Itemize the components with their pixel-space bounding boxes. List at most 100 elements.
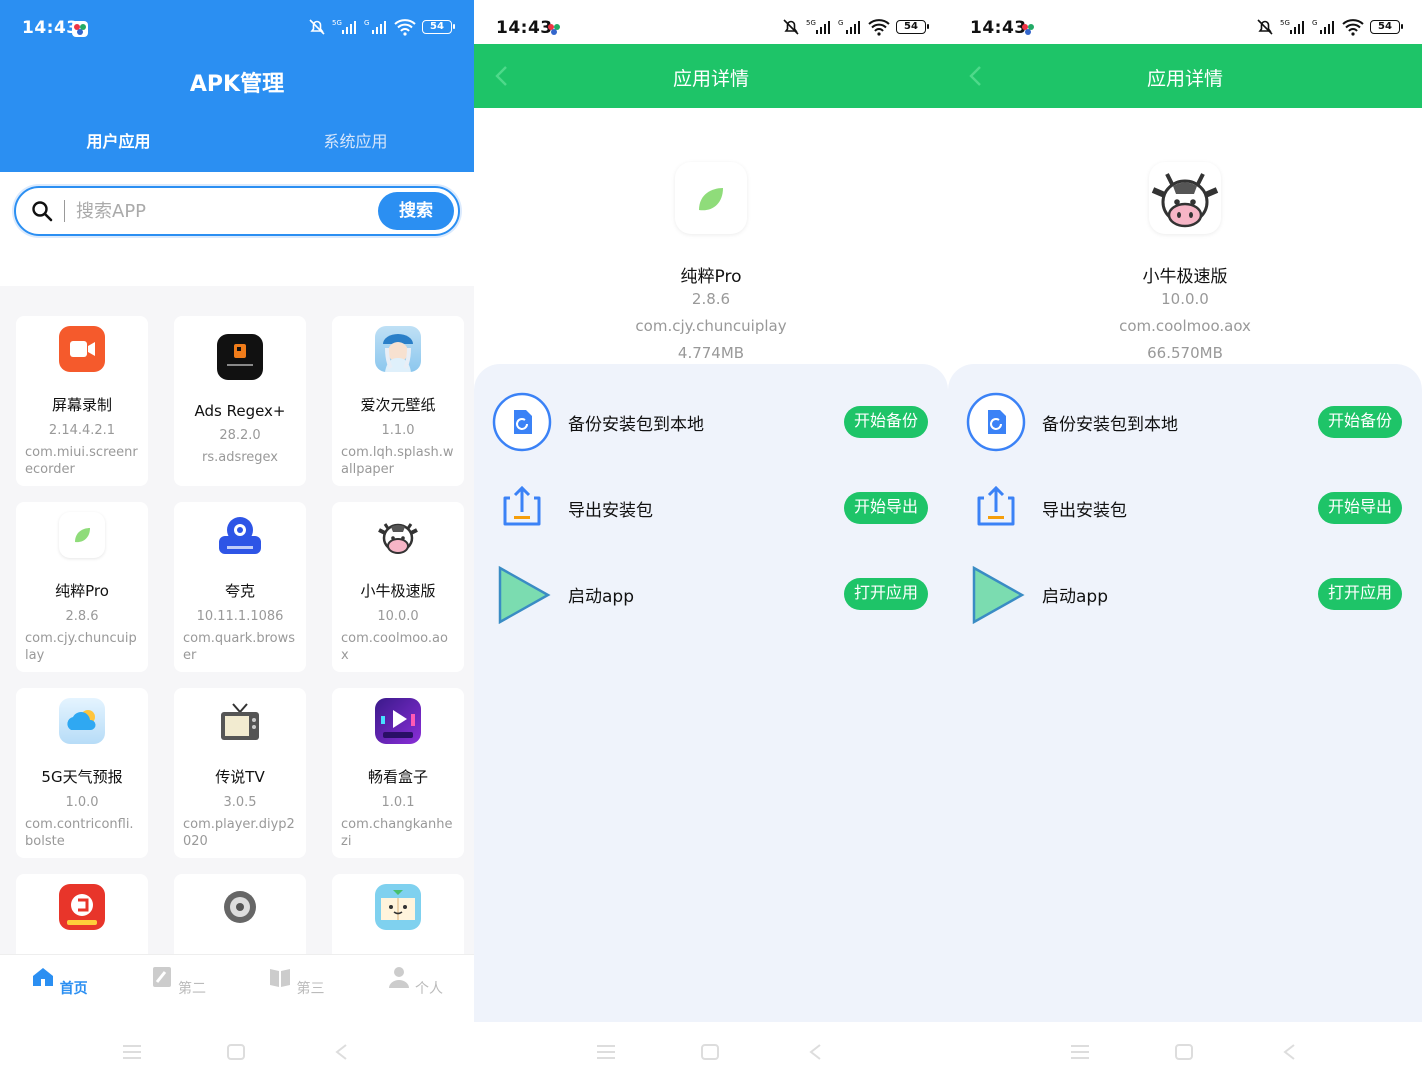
app-card[interactable]: 小牛极速版 10.0.0 com.coolmoo.aox <box>332 502 464 672</box>
app-version: 2.8.6 <box>691 290 731 308</box>
page-title: APK管理 <box>189 72 285 97</box>
svg-text:5G: 5G <box>806 19 816 27</box>
export-label: 导出安装包 <box>568 501 653 521</box>
detail-header: 应用详情 <box>948 44 1422 108</box>
app-card[interactable] <box>332 874 464 954</box>
home-icon <box>32 968 53 986</box>
nav-profile[interactable]: 个人 <box>356 955 475 1022</box>
home-square-icon[interactable] <box>1175 1044 1193 1060</box>
svg-text:G: G <box>1312 19 1317 27</box>
app-version: 28.2.0 <box>219 428 261 443</box>
app-name: 爱次元壁纸 <box>360 396 436 414</box>
svg-text:5G: 5G <box>1280 19 1290 27</box>
app-size: 4.774MB <box>677 344 745 362</box>
menu-icon[interactable] <box>122 1044 142 1060</box>
app-card[interactable]: 爱次元壁纸 1.1.0 com.lqh.splash.wallpaper <box>332 316 464 486</box>
open-app-button[interactable]: 打开应用 <box>1317 578 1402 610</box>
mute-bell-icon <box>1257 19 1273 35</box>
app-name: Ads Regex+ <box>194 402 286 420</box>
menu-icon[interactable] <box>1070 1044 1090 1060</box>
start-backup-button[interactable]: 开始备份 <box>843 406 928 438</box>
tab-system-apps[interactable]: 系统应用 <box>237 128 474 152</box>
notification-app-icon <box>1020 21 1036 37</box>
solar-terms-icon <box>59 884 105 930</box>
search-icon <box>32 201 53 222</box>
app-grid-area: 屏幕录制 2.14.4.2.1 com.miui.screenrecorder … <box>0 286 474 954</box>
notification-app-icon <box>546 21 562 37</box>
screen-record-icon <box>59 326 105 372</box>
app-version: 2.8.6 <box>65 609 99 624</box>
app-name: 纯粹Pro <box>55 582 109 600</box>
app-package: rs.adsregex <box>201 450 278 465</box>
app-card[interactable]: 纯粹Pro 2.8.6 com.cjy.chuncuiplay <box>16 502 148 672</box>
apk-manager-screen: 14:43 5G G 54 APK管理 用户应用 系统应用 搜索APP 搜索 屏… <box>0 0 474 1080</box>
app-version: 10.11.1.1086 <box>196 609 284 624</box>
nav-third[interactable]: 第三 <box>237 955 356 1022</box>
start-backup-button[interactable]: 开始备份 <box>1317 406 1402 438</box>
nav-home[interactable]: 首页 <box>0 955 119 1022</box>
play-triangle-icon <box>498 565 551 624</box>
app-package: com.miui.screenrecorder <box>25 445 138 477</box>
leaf-icon <box>59 512 105 558</box>
battery-icon: 54 <box>1370 20 1403 34</box>
ads-regex-icon <box>217 334 263 380</box>
app-name: 5G天气预报 <box>41 768 123 786</box>
app-card[interactable]: 畅看盒子 1.0.1 com.changkanhezi <box>332 688 464 858</box>
play-triangle-icon <box>972 565 1025 624</box>
app-version: 2.14.4.2.1 <box>48 423 116 438</box>
detail-header: 应用详情 <box>474 44 948 108</box>
back-icon[interactable] <box>808 1044 822 1060</box>
backup-row: 备份安装包到本地 开始备份 <box>474 386 948 456</box>
app-name: 纯粹Pro <box>680 267 742 287</box>
home-square-icon[interactable] <box>701 1044 719 1060</box>
app-card[interactable]: Ads Regex+ 28.2.0 rs.adsregex <box>174 316 306 486</box>
search-button[interactable]: 搜索 <box>378 192 454 230</box>
back-icon[interactable] <box>1282 1044 1296 1060</box>
nav-home-label: 首页 <box>59 981 88 997</box>
start-export-button[interactable]: 开始导出 <box>843 492 928 524</box>
search-input[interactable] <box>76 196 366 226</box>
launch-row: 启动app 打开应用 <box>474 558 948 628</box>
app-card[interactable] <box>174 874 306 954</box>
start-export-button[interactable]: 开始导出 <box>1317 492 1402 524</box>
nav-profile-label: 个人 <box>414 981 443 997</box>
backup-file-icon <box>492 392 552 452</box>
gear-badge-icon <box>217 884 263 930</box>
tv-icon <box>217 698 263 744</box>
app-info: 小牛极速版 10.0.0 com.coolmoo.aox 66.570MB <box>948 108 1422 368</box>
signal-g-icon: G <box>364 19 386 34</box>
home-square-icon[interactable] <box>227 1044 245 1060</box>
svg-text:G: G <box>364 19 369 27</box>
nav-second[interactable]: 第二 <box>119 955 238 1022</box>
signal-5g-icon: 5G <box>806 19 830 34</box>
cow-icon <box>1149 162 1221 234</box>
app-card[interactable]: 传说TV 3.0.5 com.player.diyp2020 <box>174 688 306 858</box>
open-app-button[interactable]: 打开应用 <box>843 578 928 610</box>
quark-icon <box>217 512 263 558</box>
weather-cloud-icon <box>59 698 105 744</box>
app-package: com.cjy.chuncuiplay <box>25 631 137 663</box>
app-card[interactable]: 夸克 10.11.1.1086 com.quark.browser <box>174 502 306 672</box>
app-card[interactable]: 5G天气预报 1.0.0 com.contriconfli.bolste <box>16 688 148 858</box>
app-package: com.cjy.chuncuiplay <box>635 317 787 335</box>
backup-row: 备份安装包到本地 开始备份 <box>948 386 1422 456</box>
backup-label: 备份安装包到本地 <box>1042 415 1178 435</box>
launch-label: 启动app <box>1042 587 1108 607</box>
app-size: 66.570MB <box>1147 344 1223 362</box>
export-icon <box>977 485 1015 526</box>
launch-label: 启动app <box>568 587 634 607</box>
notification-app-icon <box>72 21 88 37</box>
action-panel: 备份安装包到本地 开始备份 导出安装包 开始导出 启动app 打开应用 <box>474 364 948 1022</box>
app-card[interactable] <box>16 874 148 954</box>
back-icon[interactable] <box>334 1044 348 1060</box>
menu-icon[interactable] <box>596 1044 616 1060</box>
app-version: 10.0.0 <box>377 609 419 624</box>
wifi-icon <box>868 19 890 36</box>
search-area: 搜索 <box>0 172 474 262</box>
app-name: 屏幕录制 <box>51 396 112 414</box>
app-card[interactable]: 屏幕录制 2.14.4.2.1 com.miui.screenrecorder <box>16 316 148 486</box>
app-name: 小牛极速版 <box>1142 267 1228 287</box>
app-grid: 屏幕录制 2.14.4.2.1 com.miui.screenrecorder … <box>16 316 464 954</box>
tab-user-apps[interactable]: 用户应用 <box>0 128 237 152</box>
app-package: com.coolmoo.aox <box>341 631 448 663</box>
